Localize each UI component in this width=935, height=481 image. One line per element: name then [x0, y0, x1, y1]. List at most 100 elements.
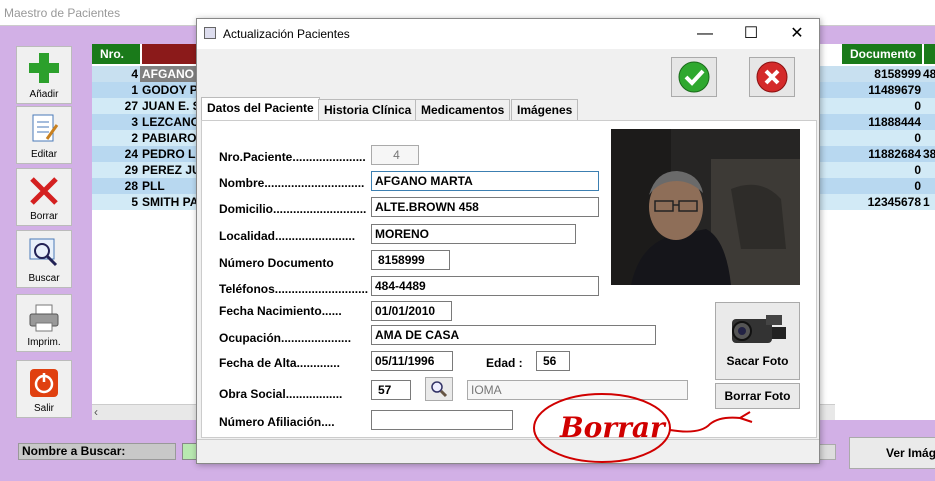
domicilio-field[interactable]: ALTE.BROWN 458	[371, 197, 599, 217]
tab-historia-clinica[interactable]: Historia Clínica	[318, 99, 418, 121]
row-documento: 0	[914, 163, 921, 177]
document-edit-icon	[32, 114, 59, 142]
row-extra: 38	[923, 147, 935, 161]
magnifier-icon	[29, 238, 58, 267]
row-nro: 24	[124, 147, 138, 161]
plus-icon	[29, 53, 59, 83]
column-header-extra[interactable]	[924, 44, 935, 64]
row-documento: 12345678	[867, 195, 921, 209]
row-documento: 0	[914, 131, 921, 145]
patient-update-dialog: Actualización Pacientes — ☐ ✕ Datos del …	[196, 18, 820, 464]
column-header-name[interactable]	[142, 44, 202, 64]
magnifier-icon	[431, 381, 448, 398]
row-name: JUAN E. S	[142, 99, 200, 113]
delete-photo-button[interactable]: Borrar Foto	[715, 383, 800, 409]
exit-button-label: Salir	[33, 403, 54, 414]
telefonos-field[interactable]: 484-4489	[371, 276, 599, 296]
row-nro: 5	[131, 195, 138, 209]
edit-button[interactable]: Editar	[16, 106, 72, 164]
scroll-left-icon[interactable]: ‹	[94, 405, 98, 419]
delete-button[interactable]: Borrar	[16, 168, 72, 226]
dialog-titlebar: Actualización Pacientes — ☐ ✕	[197, 19, 819, 49]
row-documento: 11882684	[868, 147, 921, 161]
column-header-documento[interactable]: Documento	[842, 44, 922, 64]
row-nro: 29	[124, 163, 138, 177]
documento-field[interactable]: 8158999	[371, 250, 450, 270]
view-image-button[interactable]: Ver Imág	[849, 437, 935, 469]
obra-social-code-field[interactable]: 57	[371, 380, 411, 400]
print-button-label: Imprim.	[27, 337, 61, 348]
search-button-label: Buscar	[28, 273, 60, 284]
add-button[interactable]: Añadir	[16, 46, 72, 104]
power-icon	[30, 369, 58, 397]
print-button[interactable]: Imprim.	[16, 294, 72, 352]
row-documento: 11888444	[868, 115, 921, 129]
confirm-button[interactable]	[671, 57, 717, 97]
fecha-nacimiento-field[interactable]: 01/01/2010	[371, 301, 452, 321]
window-icon	[204, 27, 216, 39]
row-nro: 2	[131, 131, 138, 145]
row-name: LEZCANO	[142, 115, 200, 129]
row-name: PLL	[142, 179, 165, 193]
row-documento: 8158999	[874, 67, 921, 81]
obra-social-name-field: IOMA	[467, 380, 688, 400]
row-nro: 28	[124, 179, 138, 193]
patient-photo	[611, 129, 800, 285]
edit-button-label: Editar	[30, 149, 58, 160]
minimize-icon[interactable]: —	[691, 23, 719, 45]
row-documento: 0	[914, 179, 921, 193]
row-name: AFGANO M	[140, 66, 200, 82]
row-name: PEREZ JU	[142, 163, 200, 177]
label-domicilio: Domicilio............................	[219, 202, 367, 216]
label-nro-paciente: Nro.Paciente......................	[219, 150, 366, 164]
row-extra: 48	[923, 67, 935, 81]
fecha-alta-field[interactable]: 05/11/1996	[371, 351, 453, 371]
dialog-title: Actualización Pacientes	[223, 27, 350, 41]
label-localidad: Localidad........................	[219, 229, 356, 243]
printer-icon	[29, 304, 59, 332]
delete-button-label: Borrar	[30, 211, 58, 222]
row-name: PABIARO	[142, 131, 197, 145]
search-name-label: Nombre a Buscar:	[18, 443, 176, 460]
add-button-label: Añadir	[29, 89, 59, 100]
label-fecha-alta: Fecha de Alta.............	[219, 356, 340, 370]
localidad-field[interactable]: MORENO	[371, 224, 576, 244]
take-photo-button[interactable]: Sacar Foto	[715, 302, 800, 380]
search-button[interactable]: Buscar	[16, 230, 72, 288]
row-documento: 11489679	[868, 83, 921, 97]
cancel-x-icon	[756, 61, 788, 93]
cancel-button[interactable]	[749, 57, 795, 97]
nro-paciente-field[interactable]: 4	[371, 145, 419, 165]
row-nro: 3	[131, 115, 138, 129]
row-nro: 27	[124, 99, 138, 113]
row-name: PEDRO LA	[142, 147, 200, 161]
maximize-icon[interactable]: ☐	[737, 23, 765, 45]
x-icon	[30, 177, 58, 205]
tab-imagenes[interactable]: Imágenes	[511, 99, 579, 121]
exit-button[interactable]: Salir	[16, 360, 72, 418]
afiliacion-field[interactable]	[371, 410, 513, 430]
row-nro: 1	[131, 83, 138, 97]
label-edad: Edad :	[486, 356, 523, 370]
label-ocupacion: Ocupación.....................	[219, 331, 352, 345]
close-icon[interactable]: ✕	[783, 23, 811, 45]
patient-photo-image	[611, 129, 800, 285]
row-nro: 4	[131, 67, 138, 81]
column-header-nro[interactable]: Nro.	[92, 44, 140, 64]
label-obra-social: Obra Social.................	[219, 387, 343, 401]
row-name: GODOY PE	[142, 83, 200, 97]
obra-social-search-button[interactable]	[425, 377, 453, 401]
take-photo-label: Sacar Foto	[726, 354, 789, 368]
row-name: SMITH PA	[142, 195, 199, 209]
tab-datos-paciente[interactable]: Datos del Paciente	[201, 97, 320, 121]
label-nombre: Nombre..............................	[219, 176, 365, 190]
row-extra: 1	[923, 195, 930, 209]
video-camera-icon	[731, 315, 786, 343]
tab-medicamentos[interactable]: Medicamentos	[415, 99, 511, 121]
ocupacion-field[interactable]: AMA DE CASA	[371, 325, 656, 345]
nombre-field[interactable]: AFGANO MARTA	[371, 171, 599, 191]
label-fecha-nacimiento: Fecha Nacimiento......	[219, 304, 342, 318]
edad-field[interactable]: 56	[536, 351, 570, 371]
row-documento: 0	[914, 99, 921, 113]
label-numero-afiliacion: Número Afiliación....	[219, 415, 335, 429]
